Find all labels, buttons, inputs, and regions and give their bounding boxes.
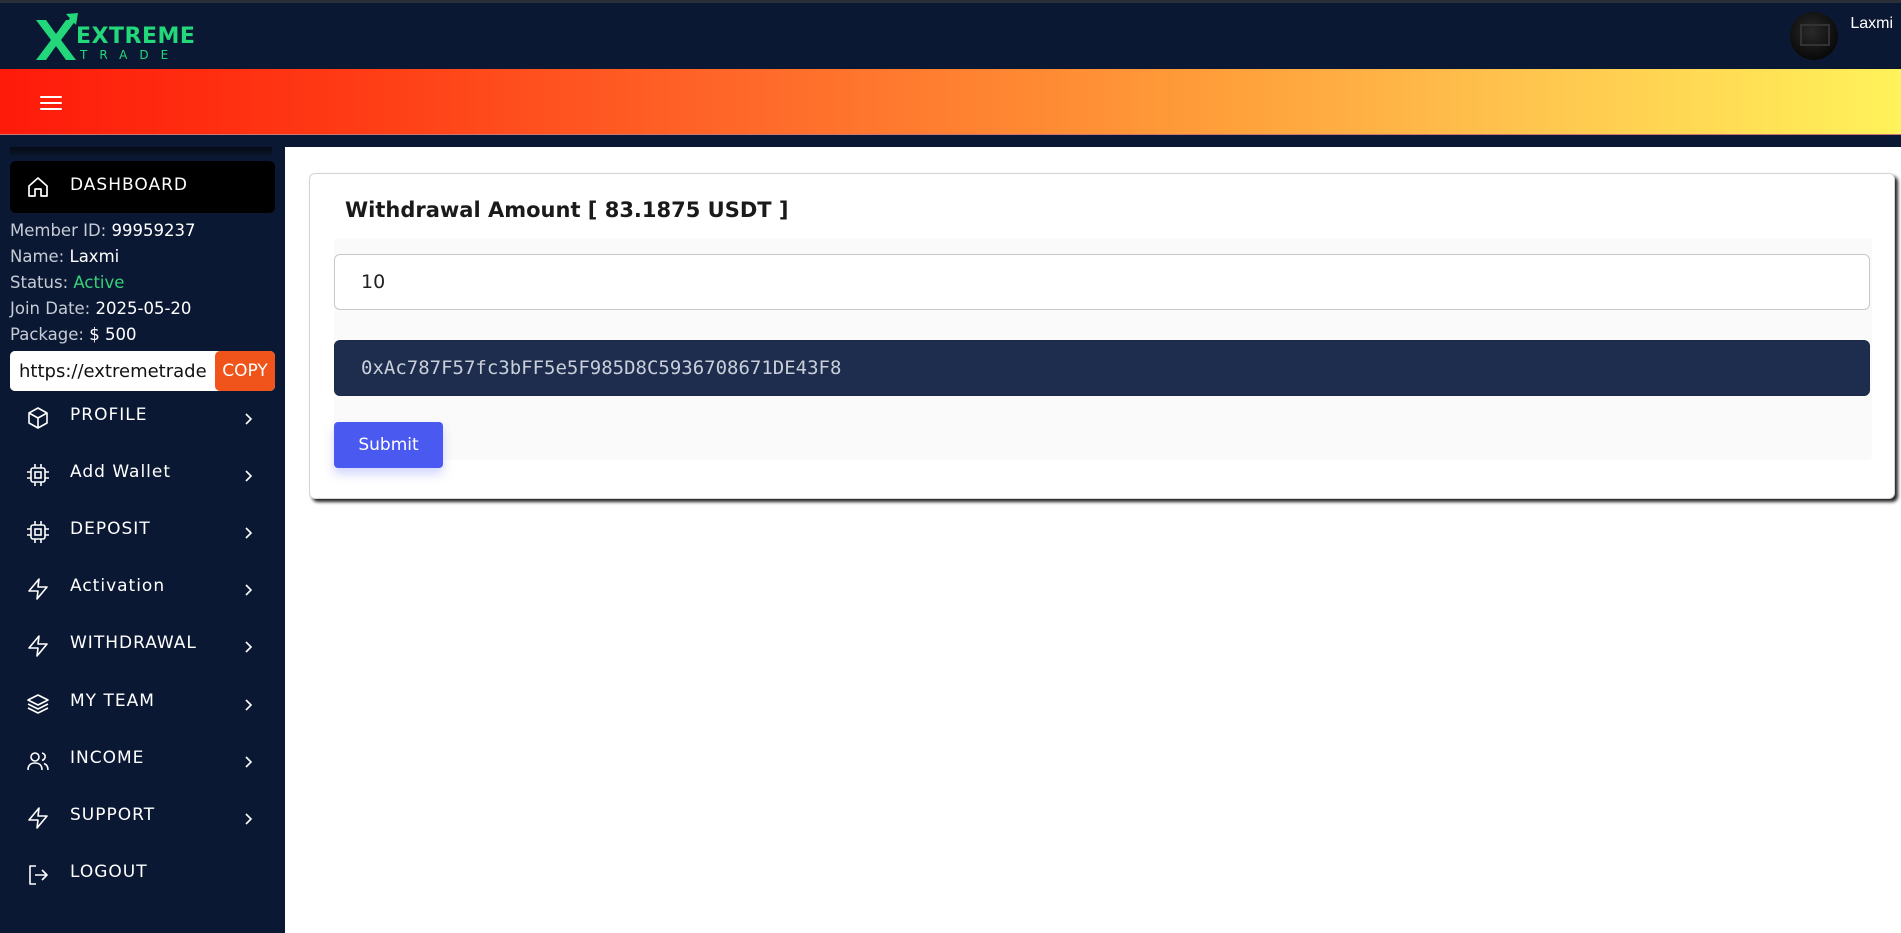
chevron-right-icon (245, 813, 253, 825)
logo-word-bottom: TRADE (80, 48, 181, 62)
sidebar-item-label: INCOME (70, 748, 145, 768)
member-name-row: Name: Laxmi (10, 247, 120, 266)
brand-logo[interactable]: EXTREME TRADE (32, 12, 195, 64)
sidebar-item-my-team[interactable]: MY TEAM (10, 678, 275, 730)
sidebar-item-label: SUPPORT (70, 805, 156, 825)
sidebar: DASHBOARD Member ID: 99959237 Name: Laxm… (0, 147, 285, 933)
header-user-name: Laxmi (1850, 15, 1893, 32)
member-id-value: 99959237 (111, 221, 196, 240)
sidebar-item-add-wallet[interactable]: Add Wallet (10, 449, 275, 501)
menu-toggle-icon[interactable] (40, 93, 62, 111)
chevron-right-icon (245, 413, 253, 425)
users-icon (27, 752, 49, 771)
main-content: Withdrawal Amount [ 83.1875 USDT ] Submi… (285, 147, 1901, 933)
referral-link-input[interactable] (10, 351, 216, 391)
cpu-chip-icon (27, 464, 49, 486)
withdrawal-card: Withdrawal Amount [ 83.1875 USDT ] Submi… (309, 173, 1895, 499)
cube-icon (28, 407, 48, 429)
chevron-right-icon (245, 699, 253, 711)
page-title: Withdrawal Amount [ 83.1875 USDT ] (345, 198, 789, 222)
sidebar-item-label: DASHBOARD (70, 175, 188, 195)
sidebar-item-support[interactable]: SUPPORT (10, 792, 275, 844)
chevron-right-icon (245, 756, 253, 768)
sidebar-item-activation[interactable]: Activation (10, 563, 275, 615)
sidebar-item-label: Activation (70, 576, 166, 596)
member-id-row: Member ID: 99959237 (10, 221, 196, 240)
sidebar-item-income[interactable]: INCOME (10, 735, 275, 787)
status-badge: Active (73, 273, 125, 292)
member-name-value: Laxmi (69, 247, 120, 266)
sidebar-item-label: DEPOSIT (70, 519, 151, 539)
lightning-icon (28, 578, 48, 600)
copy-button[interactable]: COPY (215, 351, 275, 391)
lightning-icon (28, 807, 48, 829)
member-status-row: Status: Active (10, 273, 125, 292)
top-header: EXTREME TRADE Laxmi (0, 0, 1901, 69)
divider (0, 135, 1901, 147)
sidebar-item-label: WITHDRAWAL (70, 633, 197, 653)
chevron-right-icon (245, 641, 253, 653)
logo-word-top: EXTREME (76, 24, 196, 49)
sidebar-item-label: MY TEAM (70, 691, 155, 711)
logout-icon (29, 865, 48, 885)
cpu-chip-icon (27, 521, 49, 543)
package-row: Package: $ 500 (10, 325, 137, 344)
sidebar-item-label: Add Wallet (70, 462, 172, 482)
sidebar-item-label: PROFILE (70, 405, 148, 425)
lightning-icon (28, 635, 48, 657)
referral-link-box: COPY (10, 351, 275, 391)
gradient-banner (0, 69, 1901, 135)
amount-input[interactable] (334, 254, 1870, 310)
avatar[interactable] (1790, 12, 1838, 60)
logo-x-icon (36, 13, 78, 60)
home-icon (28, 177, 48, 197)
sidebar-item-logout[interactable]: LOGOUT (10, 849, 275, 901)
submit-button[interactable]: Submit (334, 422, 443, 468)
join-date-value: 2025-05-20 (95, 299, 192, 318)
sidebar-item-deposit[interactable]: DEPOSIT (10, 506, 275, 558)
sidebar-item-label: LOGOUT (70, 862, 148, 882)
join-date-row: Join Date: 2025-05-20 (10, 299, 192, 318)
sidebar-item-withdrawal[interactable]: WITHDRAWAL (10, 620, 275, 672)
sidebar-item-dashboard[interactable]: DASHBOARD (10, 161, 275, 213)
sidebar-item-profile[interactable]: PROFILE (10, 392, 275, 444)
user-menu[interactable]: Laxmi (1781, 3, 1901, 69)
wallet-address-field[interactable] (334, 340, 1870, 396)
package-value: $ 500 (89, 325, 137, 344)
layers-icon (27, 694, 49, 714)
withdrawal-form: Submit (334, 238, 1872, 468)
chevron-right-icon (245, 470, 253, 482)
chevron-right-icon (245, 527, 253, 539)
chevron-right-icon (245, 584, 253, 596)
